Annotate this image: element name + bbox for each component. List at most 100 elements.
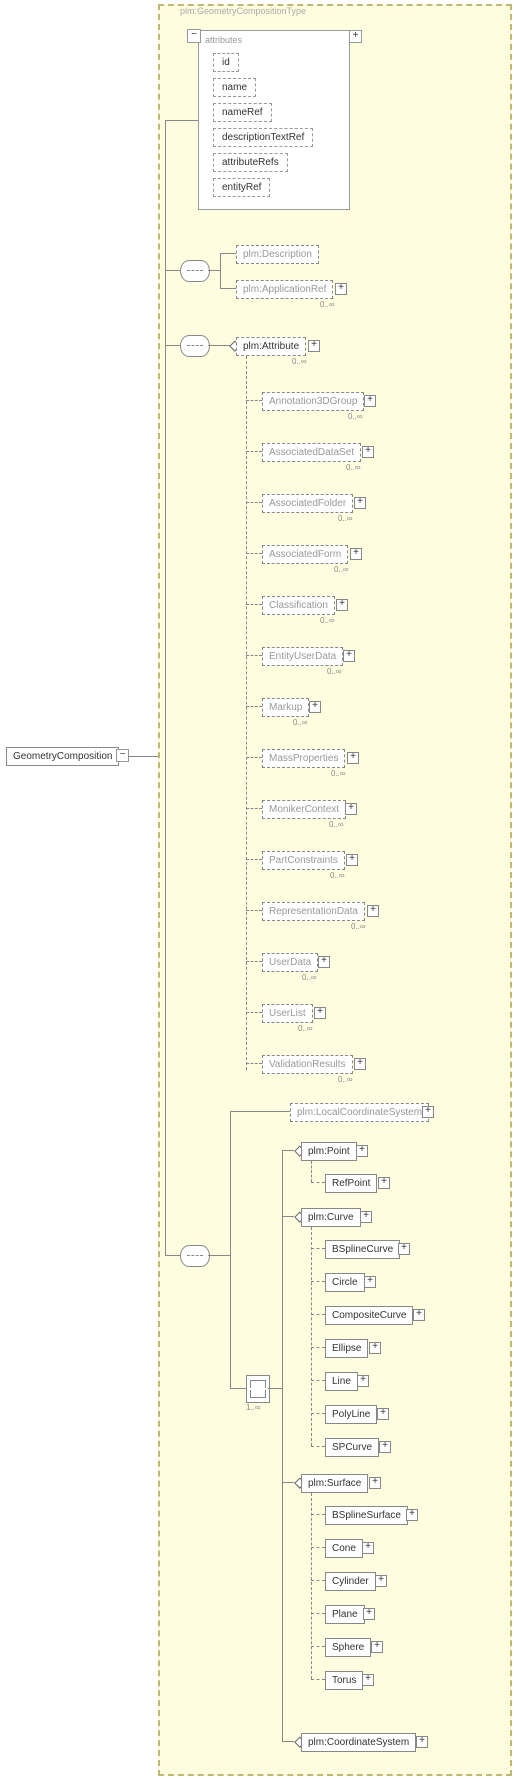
surface-child-label: Plane — [332, 1609, 358, 1620]
sequence-compositor — [180, 1245, 210, 1267]
expand-icon[interactable]: + — [377, 1408, 389, 1420]
expand-icon[interactable]: + — [350, 548, 362, 560]
child-label: RepresentationData — [269, 906, 358, 917]
connector — [208, 270, 220, 271]
expand-icon[interactable]: + — [364, 1276, 376, 1288]
expand-icon[interactable]: + — [362, 446, 374, 458]
connector — [282, 1216, 294, 1217]
expand-icon[interactable]: + — [309, 701, 321, 713]
surface-cone: Cone — [325, 1539, 363, 1558]
connector — [311, 1413, 325, 1414]
coord-label: plm:CoordinateSystem — [308, 1737, 409, 1748]
expand-icon[interactable]: + — [346, 854, 358, 866]
expand-icon[interactable]: + — [318, 956, 330, 968]
expand-icon[interactable]: + — [349, 30, 362, 43]
child-annotation3dgroup: Annotation3DGroup — [262, 392, 364, 411]
child-entityuserdata: EntityUserData — [262, 647, 343, 666]
connector — [311, 1314, 325, 1315]
expand-icon[interactable]: + — [362, 1674, 374, 1686]
expand-icon[interactable]: + — [360, 1211, 372, 1223]
cardinality: 0..∞ — [338, 514, 353, 523]
child-associatedfolder: AssociatedFolder — [262, 494, 353, 513]
child-label: Annotation3DGroup — [269, 396, 357, 407]
attributes-title: attributes — [205, 35, 242, 45]
curve-circle: Circle — [325, 1273, 365, 1292]
expand-icon[interactable]: + — [356, 1145, 368, 1157]
cardinality: 0..∞ — [334, 565, 349, 574]
expand-icon[interactable]: + — [357, 1375, 369, 1387]
connector — [311, 1646, 325, 1647]
localcoordinatesystem-element: plm:LocalCoordinateSystem — [290, 1103, 429, 1122]
expand-icon[interactable]: + — [375, 1575, 387, 1587]
child-associatedform: AssociatedForm — [262, 545, 348, 564]
cardinality: 0..∞ — [298, 1024, 313, 1033]
expand-icon[interactable]: + — [354, 1058, 366, 1070]
child-label: PartConstraints — [269, 855, 338, 866]
connector — [128, 756, 158, 757]
connector — [246, 1063, 262, 1064]
curve-label: plm:Curve — [308, 1212, 354, 1223]
expand-icon[interactable]: + — [416, 1736, 428, 1748]
connector — [268, 1388, 282, 1389]
connector — [246, 655, 262, 656]
expand-icon[interactable]: + — [379, 1441, 391, 1453]
expand-icon[interactable]: + — [398, 1243, 410, 1255]
child-label: Markup — [269, 702, 302, 713]
expand-icon[interactable]: + — [362, 1542, 374, 1554]
expand-icon[interactable]: + — [314, 1007, 326, 1019]
connector — [246, 706, 262, 707]
child-markup: Markup — [262, 698, 309, 717]
child-validationresults: ValidationResults — [262, 1055, 353, 1074]
expand-icon[interactable]: + — [413, 1309, 425, 1321]
child-classification: Classification — [262, 596, 335, 615]
expand-icon[interactable]: + — [363, 1608, 375, 1620]
connector — [311, 1446, 325, 1447]
expand-icon[interactable]: + — [343, 650, 355, 662]
connector — [246, 859, 262, 860]
expand-icon[interactable]: + — [369, 1477, 381, 1489]
expand-icon[interactable]: + — [335, 283, 347, 295]
cardinality: 0..∞ — [331, 769, 346, 778]
child-userdata: UserData — [262, 953, 318, 972]
connector — [311, 1547, 325, 1548]
expand-icon[interactable]: + — [371, 1641, 383, 1653]
connector — [208, 1255, 230, 1256]
sequence-compositor — [180, 260, 210, 282]
expand-icon[interactable]: + — [367, 905, 379, 917]
expand-icon[interactable]: + — [364, 395, 376, 407]
connector — [220, 288, 236, 289]
expand-icon[interactable]: + — [336, 599, 348, 611]
child-label: MonikerContext — [269, 804, 339, 815]
child-label: MassProperties — [269, 753, 338, 764]
surface-sphere: Sphere — [325, 1638, 371, 1657]
child-label: UserData — [269, 957, 311, 968]
substitution-bus — [246, 356, 247, 1070]
connector — [246, 757, 262, 758]
connector — [246, 1012, 262, 1013]
connector — [246, 451, 262, 452]
expand-icon[interactable]: + — [369, 1342, 381, 1354]
expand-icon[interactable]: + — [308, 340, 320, 352]
connector — [246, 910, 262, 911]
cardinality: 0..∞ — [320, 300, 335, 309]
child-associateddataset: AssociatedDataSet — [262, 443, 361, 462]
expand-icon[interactable]: + — [347, 752, 359, 764]
expand-icon[interactable]: + — [422, 1106, 434, 1118]
surface-label: plm:Surface — [308, 1478, 361, 1489]
connector — [165, 120, 198, 121]
expand-icon[interactable]: + — [354, 497, 366, 509]
connector — [246, 961, 262, 962]
connector — [311, 1248, 325, 1249]
surface-cylinder: Cylinder — [325, 1572, 376, 1591]
cardinality: 0..∞ — [320, 616, 335, 625]
attr-descriptiontextref: descriptionTextRef — [213, 128, 313, 147]
expand-icon[interactable]: + — [345, 803, 357, 815]
surface-child-label: Cylinder — [332, 1576, 369, 1587]
connector — [311, 1514, 325, 1515]
expand-icon[interactable]: + — [378, 1177, 390, 1189]
connector — [220, 253, 221, 288]
expand-icon[interactable]: + — [406, 1509, 418, 1521]
applicationref-element: plm:ApplicationRef — [236, 280, 333, 299]
curve-child-label: BSplineCurve — [332, 1244, 393, 1255]
collapse-icon[interactable]: − — [187, 29, 201, 43]
